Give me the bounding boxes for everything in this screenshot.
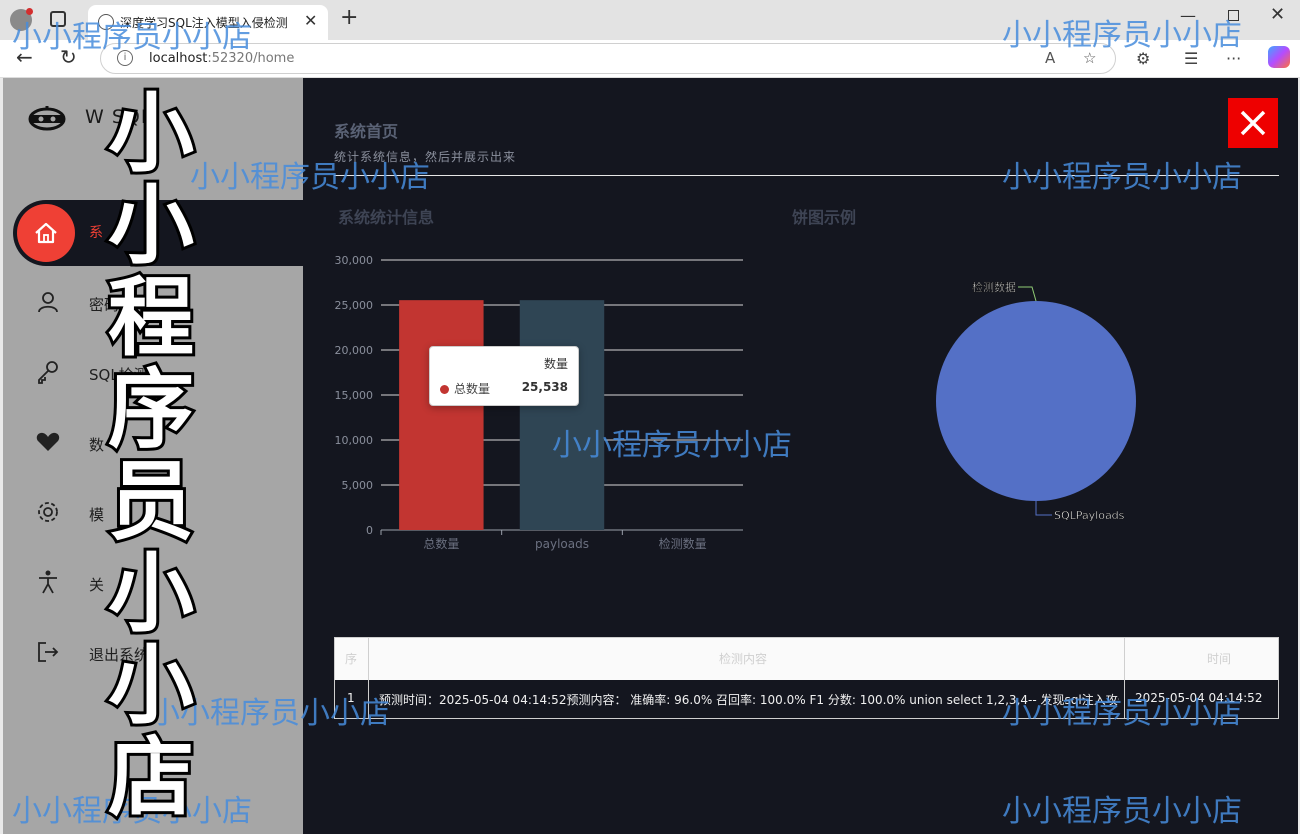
copilot-icon[interactable] (1268, 46, 1290, 68)
vertical-watermark: 小小程序员小小店 (105, 84, 197, 828)
tab-close-icon[interactable]: ✕ (304, 11, 317, 30)
accessibility-icon (39, 570, 57, 594)
bar-section-title: 系统统计信息 (338, 208, 435, 227)
label-leader-line (1018, 286, 1037, 302)
page-title: 系统首页 (334, 122, 399, 141)
header-content: 检测内容 (719, 652, 768, 666)
x-tick-label: payloads (535, 537, 589, 551)
y-tick-label: 15,000 (335, 389, 374, 402)
new-tab-button[interactable]: + (340, 5, 358, 30)
tooltip-series-name: 总数量 (454, 382, 491, 396)
heart-icon (36, 432, 60, 451)
pie-section-title: 饼图示例 (792, 208, 857, 227)
x-tick-label: 总数量 (423, 536, 459, 551)
watermark-text: 小小程序员小小店 (1002, 160, 1242, 195)
tooltip-value: 25,538 (521, 380, 568, 394)
table-header: 序 检测内容 时间 (335, 638, 1278, 680)
user-icon (38, 292, 58, 313)
x-tick-label: 检测数量 (659, 536, 707, 551)
watermark-text: 小小程序员小小店 (12, 20, 252, 55)
y-tick-label: 20,000 (335, 344, 374, 357)
watermark-text: 小小程序员小小店 (190, 160, 430, 195)
close-button[interactable] (1228, 98, 1278, 148)
window-close-button[interactable]: ✕ (1270, 4, 1285, 25)
home-icon (17, 204, 75, 262)
address-bar[interactable]: i localhost:52320/home A ☆ (100, 43, 1116, 74)
tooltip-marker (440, 385, 449, 394)
pie-label: 检测数据 (972, 280, 1016, 294)
close-icon (1240, 110, 1266, 136)
y-tick-label: 0 (366, 524, 373, 537)
header-time: 时间 (1207, 652, 1232, 666)
robot-logo-icon (28, 106, 66, 131)
pie-chart[interactable]: 检测数据 SQLPayloads (903, 258, 1243, 528)
pie-slice (936, 301, 1136, 501)
watermark-text: 小小程序员小小店 (1002, 794, 1242, 829)
y-tick-label: 10,000 (335, 434, 374, 447)
gear-icon (38, 502, 58, 522)
logout-icon (38, 642, 59, 662)
pie-label: SQLPayloads (1054, 509, 1125, 522)
tooltip-title: 数量 (543, 357, 568, 371)
y-tick-label: 30,000 (335, 254, 374, 267)
label-leader-line (1035, 501, 1052, 516)
y-tick-label: 25,000 (335, 299, 374, 312)
key-icon (38, 361, 58, 384)
chart-tooltip: 数量 总数量 25,538 (429, 346, 579, 406)
watermark-text: 小小程序员小小店 (1002, 696, 1242, 731)
bar (399, 300, 484, 530)
watermark-text: 小小程序员小小店 (552, 428, 792, 463)
watermark-text: 小小程序员小小店 (1002, 18, 1242, 53)
y-tick-label: 5,000 (342, 479, 374, 492)
bar (519, 300, 605, 530)
header-index: 序 (345, 652, 358, 666)
